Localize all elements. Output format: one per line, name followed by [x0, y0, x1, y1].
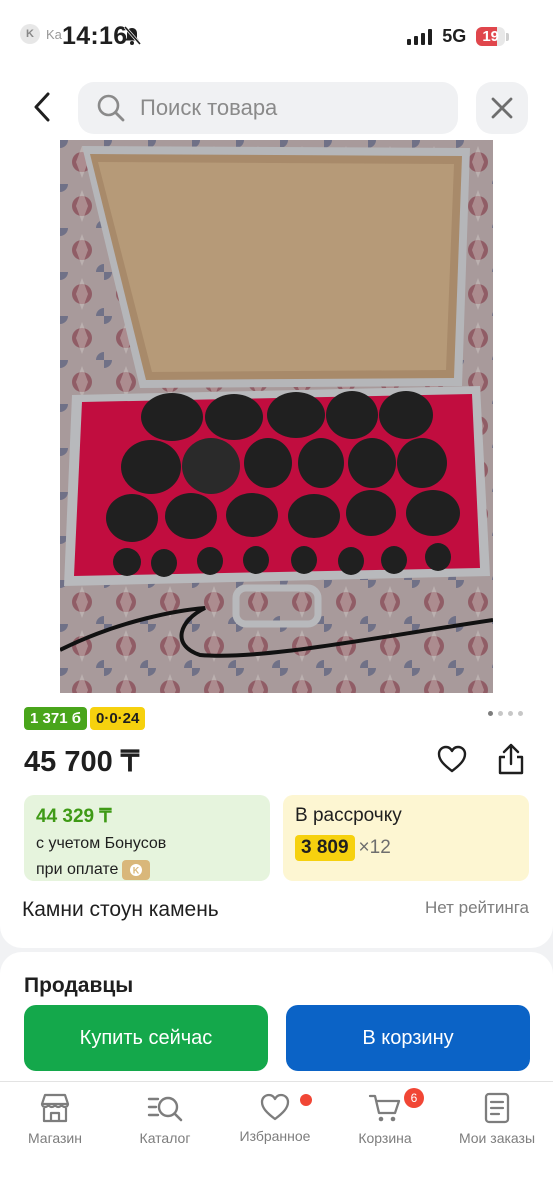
kaspi-app-icon: K — [20, 24, 40, 44]
installment-block[interactable]: В рассрочку 3 809 ×12 — [283, 795, 529, 881]
chevron-left-icon — [34, 92, 50, 122]
installment-label: В рассрочку — [295, 805, 402, 826]
search-icon — [97, 94, 125, 122]
battery-icon: 19 — [476, 27, 509, 46]
battery-level: 19 — [482, 28, 499, 45]
nav-item-shop[interactable]: Магазин — [0, 1092, 110, 1146]
network-type: 5G — [442, 26, 467, 46]
share-button[interactable] — [496, 742, 526, 781]
buy-now-button[interactable]: Купить сейчас — [24, 1005, 268, 1071]
search-placeholder: Поиск товара — [140, 95, 278, 120]
product-price: 45 700 ₸ — [24, 746, 140, 778]
cart-count-badge: 6 — [404, 1088, 424, 1108]
heart-icon — [437, 745, 467, 773]
nav-item-cart[interactable]: 6 Корзина — [330, 1088, 440, 1146]
pagination-dot — [518, 711, 523, 716]
close-icon — [491, 97, 513, 119]
notification-dot — [300, 1094, 312, 1106]
share-icon — [498, 743, 524, 775]
bonus-caption-2: при оплате — [36, 861, 119, 878]
nav-label-favorites: Избранное — [239, 1128, 311, 1144]
bell-muted-icon — [123, 26, 142, 51]
bonus-block[interactable]: 44 329 ₸ с учетом Бонусов при оплате K — [24, 795, 270, 881]
cart-icon — [368, 1094, 401, 1122]
pagination-dot — [488, 711, 493, 716]
clock: 14:16 — [62, 22, 128, 50]
nav-label-catalog: Каталог — [139, 1130, 191, 1146]
pagination-dot — [508, 711, 513, 716]
svg-text:K: K — [133, 865, 140, 875]
image-pagination — [488, 711, 523, 716]
product-badges: 1 371 б 0·0·24 — [24, 707, 146, 730]
carrier-label: Ka — [46, 26, 62, 42]
pagination-dot — [498, 711, 503, 716]
signal-icon — [407, 28, 433, 45]
status-bar: K Ka 14:16 5G 19 — [0, 0, 553, 75]
status-left: K Ka — [20, 24, 62, 44]
store-icon — [40, 1093, 70, 1123]
heart-icon — [260, 1093, 290, 1121]
nav-item-favorites[interactable]: Избранное — [220, 1092, 330, 1144]
bonus-caption-1: с учетом Бонусов — [36, 835, 167, 852]
nav-item-orders[interactable]: Мои заказы — [442, 1092, 552, 1146]
product-photo[interactable] — [60, 140, 493, 693]
product-title: Камни стоун камень — [22, 898, 219, 921]
back-button[interactable] — [26, 89, 58, 125]
nav-item-catalog[interactable]: Каталог — [110, 1092, 220, 1146]
status-right: 5G 19 — [407, 26, 509, 47]
nav-label-shop: Магазин — [27, 1130, 82, 1146]
search-input[interactable]: Поиск товара — [78, 82, 458, 134]
favorite-button[interactable] — [436, 744, 468, 779]
sellers-heading: Продавцы — [24, 974, 134, 997]
bonus-price: 44 329 ₸ — [36, 806, 112, 827]
product-card: 1 371 б 0·0·24 45 700 ₸ 44 329 ₸ с учето… — [0, 140, 553, 948]
add-to-cart-button[interactable]: В корзину — [286, 1005, 530, 1071]
installment-badge: 0·0·24 — [89, 707, 146, 730]
close-button[interactable] — [476, 82, 528, 134]
bonus-badge: 1 371 б — [24, 707, 87, 730]
catalog-search-icon — [147, 1096, 183, 1122]
nav-label-cart: Корзина — [358, 1130, 412, 1146]
bottom-nav: Магазин Каталог Избранное 6 Корзина Мои … — [0, 1081, 553, 1200]
product-page: K Ka 14:16 5G 19 Поиск товара 1 371 б 0·… — [0, 0, 553, 1200]
nav-label-orders: Мои заказы — [458, 1130, 536, 1146]
installment-months: ×12 — [358, 837, 391, 858]
installment-monthly: 3 809 — [295, 835, 355, 861]
orders-list-icon — [484, 1092, 510, 1124]
top-bar: Поиск товара — [0, 75, 553, 140]
rating-status[interactable]: Нет рейтинга — [425, 898, 529, 918]
action-bar: Купить сейчас В корзину — [0, 1005, 553, 1081]
kaspi-gold-icon: K — [122, 859, 151, 880]
